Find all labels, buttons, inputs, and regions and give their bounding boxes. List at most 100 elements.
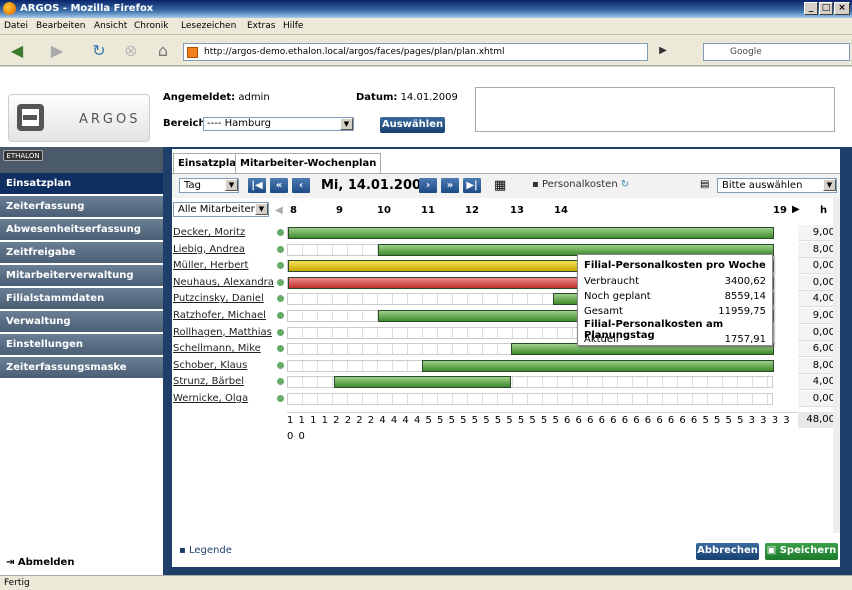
sidebar-item-zeitfreigabe[interactable]: Zeitfreigabe [0,242,163,264]
personalkosten-label: Personalkosten [541,179,618,190]
sidebar-item-einsatzplan[interactable]: Einsatzplan [0,173,163,195]
angemeldet-label: Angemeldet: [163,92,236,103]
date-label: Mi, 14.01.2009 [321,178,431,193]
sidebar-item-einstellungen[interactable]: Einstellungen [0,334,163,356]
menu-extras[interactable]: Extras [247,21,275,31]
search-input[interactable]: Google [703,43,850,61]
legende-link[interactable]: ▪ Legende [179,545,232,556]
personalkosten-link[interactable]: ▪ Personalkosten ↻ [532,179,629,190]
legende-label: Legende [188,545,232,556]
vertical-scrollbar[interactable] [833,198,840,533]
url-field[interactable]: http://argos-demo.ethalon.local/argos/fa… [183,43,648,61]
hours-cell: 0,00 [798,274,838,291]
hour-label: 8 [290,205,297,216]
reload-icon[interactable]: ↻ [88,41,110,61]
status-dot-icon [277,361,284,369]
refresh-icon: ↻ [620,179,630,190]
abbrechen-button[interactable]: Abbrechen [696,543,759,560]
auswaehlen-button[interactable]: Auswählen [380,117,445,133]
hours-cell: 4,00 [798,291,838,308]
sidebar-item-mitarbeiterverwaltung[interactable]: Mitarbeiterverwaltung [0,265,163,287]
bitte-auswaehlen-select[interactable]: Bitte auswählen ▼ [717,178,837,193]
info-icon: ▪ [532,179,539,190]
menu-chronik[interactable]: Chronik [134,21,168,31]
employee-name-link[interactable]: Ratzhofer, Michael [173,308,283,323]
employee-name-link[interactable]: Decker, Moritz [173,225,283,240]
menu-bearbeiten[interactable]: Bearbeiten [36,21,85,31]
employee-name-link[interactable]: Wernicke, Olga [173,391,283,406]
first-icon[interactable]: |◀ [248,178,266,193]
save-icon: ▣ [766,545,777,556]
go-icon[interactable]: ▶ [652,41,674,61]
popup-key: Verbraucht [584,276,640,287]
prev-day-icon[interactable]: ‹ [292,178,310,193]
forward-icon[interactable]: ▶ [46,41,68,61]
employee-name-link[interactable]: Strunz, Bärbel [173,374,283,389]
popup-key: Aktuell [584,334,619,345]
status-dot-icon [277,245,284,253]
prev-week-icon[interactable]: « [270,178,288,193]
employee-name-link[interactable]: Schober, Klaus [173,358,283,373]
status-dot-icon [277,395,284,402]
bereich-label: Bereich [163,118,206,129]
employee-name-link[interactable]: Schellmann, Mike [173,341,283,356]
abmelden-link[interactable]: ⇥ Abmelden [6,557,74,568]
view-select[interactable]: Tag ▼ [179,178,239,193]
page: ARGOS Angemeldet: admin Datum: 14.01.200… [0,67,852,575]
employee-name-link[interactable]: Neuhaus, Alexandra [173,275,283,290]
ethalon-badge: ETHALON [3,150,43,161]
home-icon[interactable]: ⌂ [152,41,174,61]
maximize-button[interactable]: □ [819,2,833,15]
last-icon[interactable]: ▶| [463,178,481,193]
employee-filter-select[interactable]: Alle Mitarbeiter ▼ [173,202,269,217]
menu-datei[interactable]: Datei [4,21,28,31]
menu-lesezeichen[interactable]: Lesezeichen [181,21,236,31]
speichern-label: Speichern [779,545,837,556]
status-dot-icon [277,328,284,336]
sidebar-item-zeiterfassung[interactable]: Zeiterfassung [0,196,163,218]
print-icon[interactable]: ▤ [700,179,709,190]
timeline-track[interactable] [287,227,774,239]
timeline-track[interactable] [287,376,773,389]
datum-label: Datum: [356,92,398,103]
tab-mitarbeiter-wochenplan[interactable]: Mitarbeiter-Wochenplan [235,153,382,173]
popup-value: 8559,14 [724,291,766,302]
abmelden-label: Abmelden [17,557,75,568]
close-button[interactable]: × [834,2,850,15]
sidebar-item-zeiterfassungsmaske[interactable]: Zeiterfassungsmaske [0,357,163,379]
stop-icon[interactable]: ⊗ [120,41,142,61]
hours-cell: 4,00 [798,374,838,391]
timeline-track[interactable] [287,359,774,372]
calendar-icon[interactable]: ▦ [494,178,506,193]
scroll-left-icon[interactable]: ◀ [275,205,283,216]
minimize-button[interactable]: _ [804,2,818,15]
shift-bar[interactable] [422,359,774,372]
hours-cell: 9,00 [798,308,838,324]
back-icon[interactable]: ◀ [6,41,28,61]
employee-name-link[interactable]: Müller, Herbert [173,258,283,273]
sidebar-item-verwaltung[interactable]: Verwaltung [0,311,163,333]
next-week-icon[interactable]: » [441,178,459,193]
title-bar: ARGOS - Mozilla Firefox _ □ × [0,0,852,18]
menu-hilfe[interactable]: Hilfe [283,21,303,31]
hour-label: 9 [336,205,343,216]
bereich-select[interactable]: ---- Hamburg ▼ [203,117,354,131]
next-day-icon[interactable]: › [419,178,437,193]
sidebar-item-filialstammdaten[interactable]: Filialstammdaten [0,288,163,310]
shift-bar[interactable] [334,376,511,389]
popup-title-week: Filial-Personalkosten pro Woche [584,260,766,271]
scroll-right-icon[interactable]: ▶ [792,204,800,215]
timeline-track[interactable] [287,393,773,405]
employee-name-link[interactable]: Putzcinsky, Daniel [173,291,283,306]
hours-cell: 0,00 [798,258,838,275]
employee-name-link[interactable]: Liebig, Andrea [173,242,283,257]
firefox-icon [3,2,16,15]
content-inner: Einsatzplan Mitarbeiter-Wochenplan Tag ▼… [172,149,840,567]
sidebar-item-abwesenheitserfassung[interactable]: Abwesenheitserfassung [0,219,163,241]
employee-name-link[interactable]: Rollhagen, Matthias [173,325,283,340]
shift-bar[interactable] [288,227,774,239]
speichern-button[interactable]: ▣ Speichern [765,543,838,560]
logo-mark-icon [17,104,44,131]
menu-ansicht[interactable]: Ansicht [94,21,127,31]
chevron-down-icon: ▼ [823,179,836,191]
